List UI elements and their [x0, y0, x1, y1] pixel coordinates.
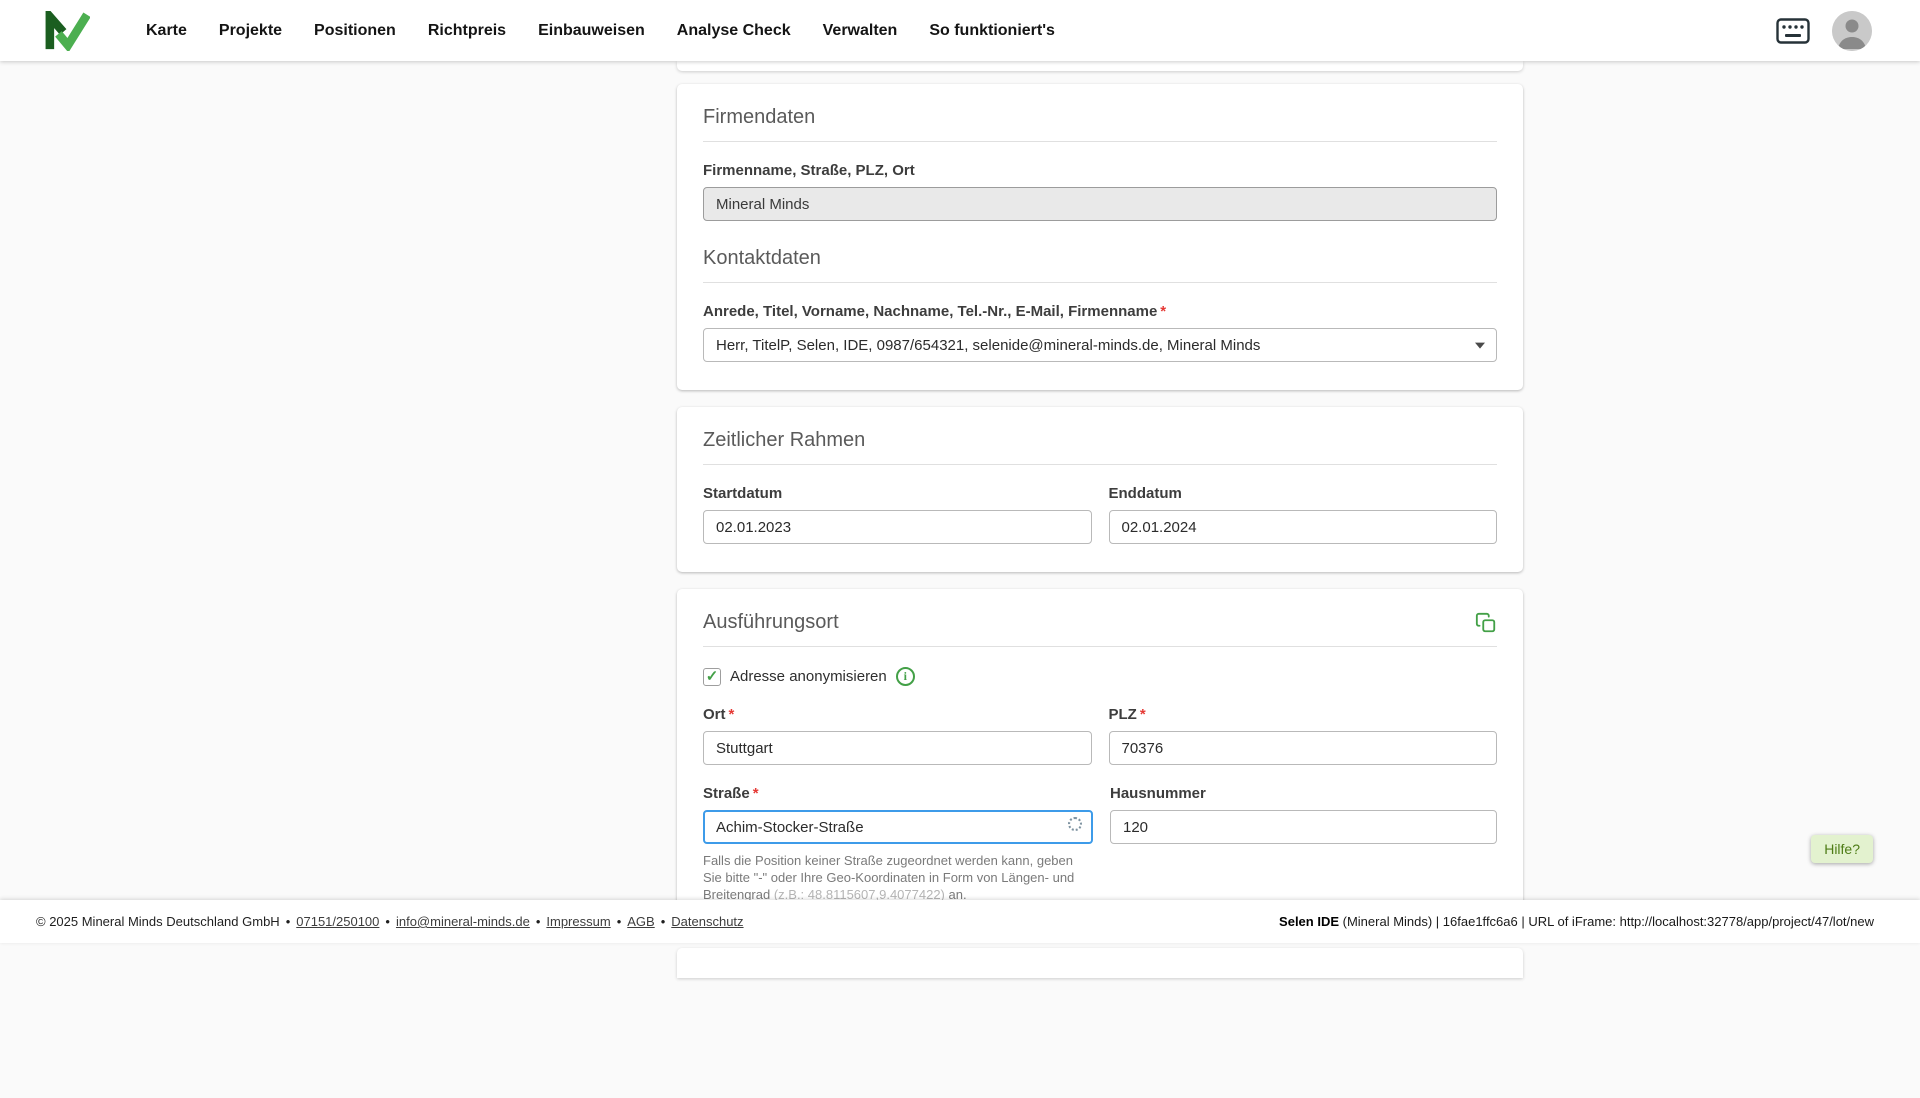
divider [703, 282, 1497, 283]
card-partial-bottom [677, 948, 1523, 978]
person-icon [1832, 11, 1872, 51]
anonymize-checkbox[interactable]: ✓ [703, 668, 721, 686]
debug-info-app: Selen IDE [1279, 914, 1339, 929]
kontaktdaten-title: Kontaktdaten [703, 247, 1497, 270]
main-nav: Karte Projekte Positionen Richtpreis Ein… [146, 22, 1055, 40]
anonymize-label: Adresse anonymisieren [730, 668, 887, 685]
separator: • [286, 914, 291, 929]
footer: © 2025 Mineral Minds Deutschland GmbH • … [0, 900, 1920, 943]
nav-verwalten[interactable]: Verwalten [823, 22, 898, 40]
enddatum-input[interactable] [1109, 510, 1498, 544]
card-ausfuehrungsort: Ausführungsort ✓ Adresse anonymisieren i… [677, 589, 1523, 931]
copyright-text: © 2025 Mineral Minds Deutschland GmbH [36, 914, 280, 929]
kontakt-select[interactable]: Herr, TitelP, Selen, IDE, 0987/654321, s… [703, 328, 1497, 362]
user-avatar[interactable] [1832, 11, 1872, 51]
nav-projekte[interactable]: Projekte [219, 22, 282, 40]
nav-einbauweisen[interactable]: Einbauweisen [538, 22, 645, 40]
top-navbar: Karte Projekte Positionen Richtpreis Ein… [0, 0, 1920, 61]
divider [703, 646, 1497, 647]
debug-info-detail: (Mineral Minds) | 16fae1ffc6a6 | URL of … [1339, 914, 1874, 929]
strasse-input[interactable] [703, 810, 1093, 844]
required-marker: * [1140, 706, 1146, 723]
strasse-hint: Falls die Position keiner Straße zugeord… [703, 852, 1093, 903]
required-marker: * [753, 785, 759, 802]
kontakt-label-text: Anrede, Titel, Vorname, Nachname, Tel.-N… [703, 303, 1157, 320]
copy-icon[interactable] [1475, 612, 1497, 634]
separator: • [617, 914, 622, 929]
divider [703, 141, 1497, 142]
nav-positionen[interactable]: Positionen [314, 22, 396, 40]
nav-analyse-check[interactable]: Analyse Check [677, 22, 791, 40]
strasse-label-text: Straße [703, 785, 750, 802]
zeitlicher-rahmen-title: Zeitlicher Rahmen [703, 429, 1497, 452]
plz-input[interactable] [1109, 731, 1498, 765]
kontakt-select-value: Herr, TitelP, Selen, IDE, 0987/654321, s… [716, 337, 1260, 354]
plz-label: PLZ* [1109, 706, 1498, 723]
plz-label-text: PLZ [1109, 706, 1137, 723]
required-marker: * [1160, 303, 1166, 320]
info-icon[interactable]: i [896, 667, 915, 686]
footer-link-impressum[interactable]: Impressum [546, 914, 610, 929]
separator: • [661, 914, 666, 929]
logo-icon [44, 11, 90, 51]
separator: • [385, 914, 390, 929]
firmenname-label: Firmenname, Straße, PLZ, Ort [703, 162, 1497, 179]
kontakt-label: Anrede, Titel, Vorname, Nachname, Tel.-N… [703, 303, 1497, 320]
firmenname-input [703, 187, 1497, 221]
footer-link-datenschutz[interactable]: Datenschutz [671, 914, 743, 929]
card-zeitlicher-rahmen: Zeitlicher Rahmen Startdatum Enddatum [677, 407, 1523, 572]
enddatum-label: Enddatum [1109, 485, 1498, 502]
help-button[interactable]: Hilfe? [1811, 835, 1873, 863]
ort-label-text: Ort [703, 706, 726, 723]
ort-label: Ort* [703, 706, 1092, 723]
separator: • [536, 914, 541, 929]
debug-info: Selen IDE (Mineral Minds) | 16fae1ffc6a6… [1279, 914, 1874, 929]
firmendaten-title: Firmendaten [703, 106, 1497, 129]
startdatum-input[interactable] [703, 510, 1092, 544]
ausfuehrungsort-title: Ausführungsort [703, 611, 839, 634]
anonymize-row: ✓ Adresse anonymisieren i [703, 667, 1497, 686]
nav-so-funktionierts[interactable]: So funktioniert's [929, 22, 1055, 40]
required-marker: * [729, 706, 735, 723]
card-firmendaten: Firmendaten Firmenname, Straße, PLZ, Ort… [677, 84, 1523, 390]
nav-karte[interactable]: Karte [146, 22, 187, 40]
card-partial-top [677, 61, 1523, 71]
nav-richtpreis[interactable]: Richtpreis [428, 22, 506, 40]
hausnummer-input[interactable] [1110, 810, 1497, 844]
mineral-minds-logo[interactable] [44, 11, 90, 51]
strasse-label: Straße* [703, 785, 1093, 802]
loading-spinner-icon [1068, 817, 1082, 831]
footer-link-agb[interactable]: AGB [627, 914, 654, 929]
footer-link-email[interactable]: info@mineral-minds.de [396, 914, 530, 929]
keyboard-icon[interactable] [1776, 18, 1810, 44]
chevron-down-icon [1475, 343, 1485, 349]
startdatum-label: Startdatum [703, 485, 1092, 502]
hausnummer-label: Hausnummer [1110, 785, 1497, 802]
ort-input[interactable] [703, 731, 1092, 765]
footer-link-phone[interactable]: 07151/250100 [296, 914, 379, 929]
